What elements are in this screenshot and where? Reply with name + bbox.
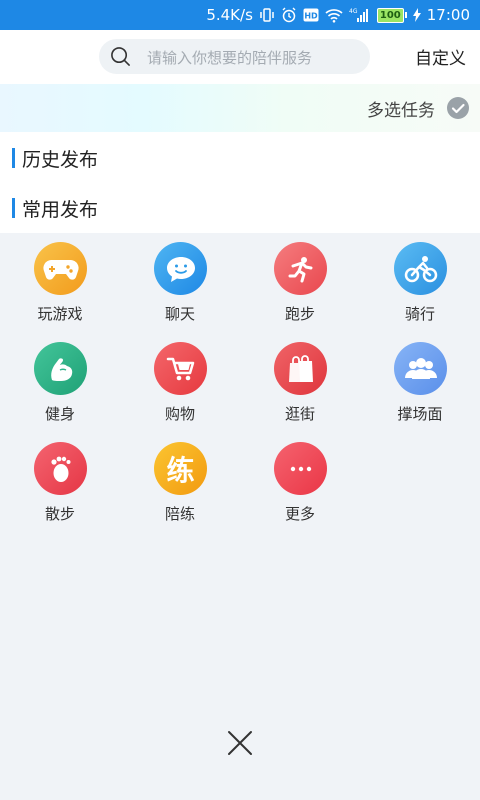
more-dots-icon <box>274 442 327 495</box>
service-label: 聊天 <box>164 305 195 323</box>
service-window-shopping[interactable]: 逛街 <box>240 340 360 432</box>
service-label: 陪练 <box>164 505 195 523</box>
signal-icon: 4G <box>349 7 371 23</box>
service-chat[interactable]: 聊天 <box>120 240 240 332</box>
search-icon <box>111 47 130 66</box>
practice-char-icon: 练 <box>154 442 207 495</box>
service-label: 购物 <box>164 405 195 423</box>
service-running[interactable]: 跑步 <box>240 240 360 332</box>
service-play-games[interactable]: 玩游戏 <box>0 240 120 332</box>
section-accent <box>12 148 15 168</box>
header: 请输入你想要的陪伴服务 自定义 <box>0 30 480 84</box>
service-label: 玩游戏 <box>37 305 83 323</box>
battery-level: 100 <box>376 7 404 23</box>
customize-button[interactable]: 自定义 <box>415 44 466 69</box>
service-walk[interactable]: 散步 <box>0 440 120 532</box>
clock: 17:00 <box>426 6 470 24</box>
hd-icon: HD <box>303 8 319 22</box>
publish-sections: 历史发布 常用发布 <box>0 132 480 233</box>
shopping-cart-icon <box>154 342 207 395</box>
section-accent <box>12 198 15 218</box>
multi-select-label: 多选任务 <box>367 101 435 121</box>
history-publish-title: 历史发布 <box>22 148 99 171</box>
shopping-bag-icon <box>274 342 327 395</box>
check-icon[interactable] <box>447 97 469 119</box>
service-label: 逛街 <box>284 405 315 423</box>
multi-select-bar[interactable]: 多选任务 <box>0 84 480 132</box>
service-label: 散步 <box>44 505 75 523</box>
network-speed: 5.4K/s <box>206 6 253 24</box>
search-placeholder: 请输入你想要的陪伴服务 <box>147 49 313 67</box>
running-icon <box>274 242 327 295</box>
footprint-icon <box>34 442 87 495</box>
search-input[interactable]: 请输入你想要的陪伴服务 <box>99 39 370 74</box>
service-fitness[interactable]: 健身 <box>0 340 120 432</box>
chat-bubble-icon <box>154 242 207 295</box>
battery-icon: 100 <box>376 7 407 23</box>
practice-glyph: 练 <box>166 453 195 487</box>
service-label: 健身 <box>44 405 75 423</box>
service-more[interactable]: 更多 <box>240 440 360 532</box>
status-bar: 5.4K/s HD 4G 100 17:00 <box>0 0 480 30</box>
close-button[interactable] <box>225 728 255 758</box>
vibrate-icon <box>259 7 275 23</box>
service-sparring[interactable]: 练 陪练 <box>120 440 240 532</box>
group-people-icon <box>394 342 447 395</box>
close-icon <box>228 731 252 755</box>
common-publish-title: 常用发布 <box>22 198 99 221</box>
wifi-icon <box>325 8 343 23</box>
service-support-crowd[interactable]: 撑场面 <box>360 340 480 432</box>
fitness-arm-icon <box>34 342 87 395</box>
charging-icon <box>412 8 421 22</box>
service-label: 更多 <box>284 505 315 523</box>
gamepad-icon <box>34 242 87 295</box>
common-publish-section[interactable]: 常用发布 <box>12 197 99 221</box>
svg-text:HD: HD <box>304 12 318 21</box>
alarm-icon <box>281 7 297 23</box>
service-label: 骑行 <box>404 305 435 323</box>
service-shopping[interactable]: 购物 <box>120 340 240 432</box>
service-label: 跑步 <box>284 305 315 323</box>
cycling-icon <box>394 242 447 295</box>
history-publish-section[interactable]: 历史发布 <box>12 147 99 171</box>
svg-text:4G: 4G <box>349 8 358 15</box>
service-label: 撑场面 <box>397 405 443 423</box>
service-cycling[interactable]: 骑行 <box>360 240 480 332</box>
